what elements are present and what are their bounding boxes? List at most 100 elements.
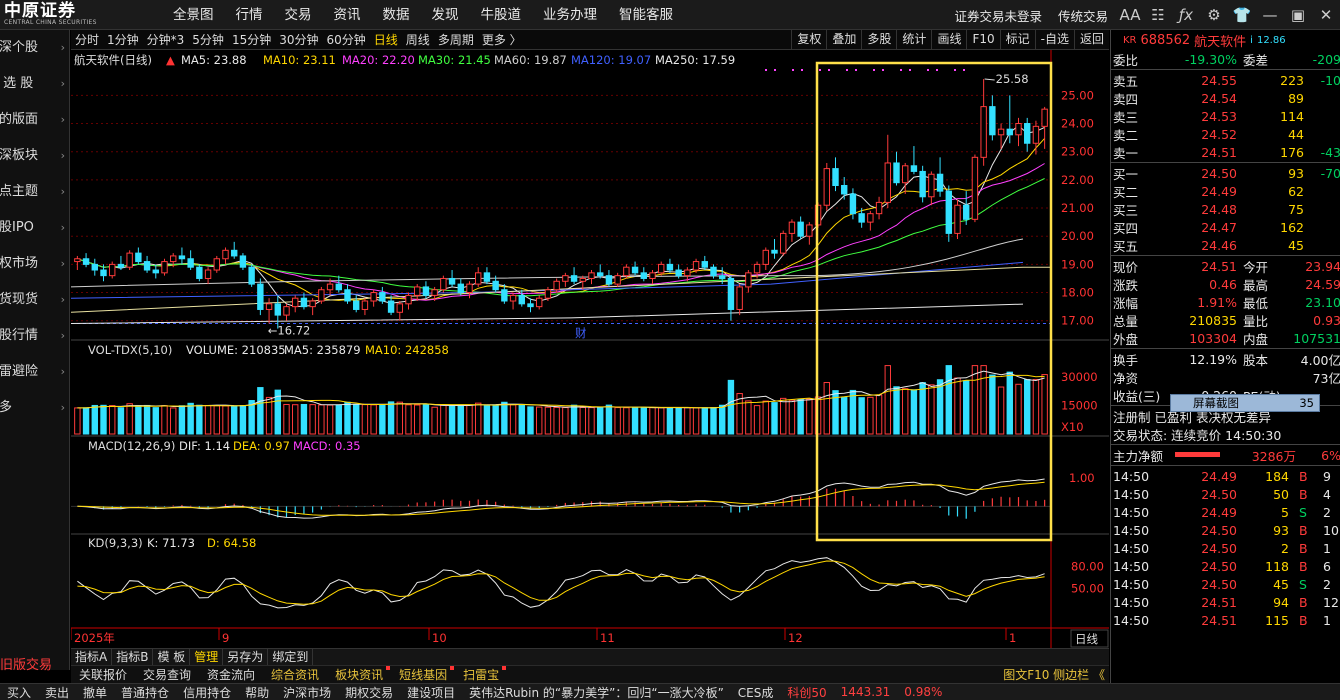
chart-btn-4[interactable]: 画线 [931,30,966,49]
status-item-1[interactable]: 卖出 [38,684,76,700]
stock-name[interactable]: 航天软件 [1194,31,1246,50]
chart-btn-7[interactable]: -自选 [1034,30,1074,49]
traditional-trade-link[interactable]: 传统交易 [1050,6,1116,25]
period-tab-2[interactable]: 分钟*3 [143,31,189,48]
period-tab-9[interactable]: 多周期 [434,31,478,48]
gear-icon[interactable]: ⚙ [1200,6,1228,24]
leftnav-item-3[interactable]: 沪深板块 › [0,138,69,174]
maximize-icon[interactable]: ▣ [1284,6,1312,24]
leftnav-item-7[interactable]: 期货现货 › [0,282,69,318]
info-tab-2[interactable]: 资金流向 [199,666,263,683]
leftnav-item-2[interactable]: 我的版面 › [0,102,69,138]
volume-bar [649,407,656,435]
chart-btn-2[interactable]: 多股 [861,30,896,49]
menu-item-7[interactable]: 业务办理 [532,0,608,30]
period-tab-7[interactable]: 日线 [370,31,402,48]
leftnav-item-0[interactable]: 沪深个股 › [0,30,69,66]
login-status-link[interactable]: 证券交易未登录 [946,6,1050,25]
leftnav-item-1[interactable]: 自 选 股 › [0,66,69,102]
period-tab-10[interactable]: 更多 〉 [478,31,526,48]
bids-row-3[interactable]: 买四 24.47 162 [1111,218,1340,236]
bids-row-2[interactable]: 买三 24.48 75 [1111,200,1340,218]
minimize-icon[interactable]: — [1256,6,1284,24]
indicator-tab-2[interactable]: 模 板 [153,649,191,665]
signal-dot [819,69,821,71]
candle [841,177,848,200]
info-tab-0[interactable]: 关联报价 [71,666,135,683]
tick-list[interactable]: 14:50 24.49 184 B 9 14:50 24.50 50 B 4 14:50 24.49 5… [1111,467,1340,629]
candle [832,157,839,192]
volume-bar [422,404,430,435]
menu-item-1[interactable]: 行情 [225,0,274,30]
status-item-2[interactable]: 撤单 [76,684,114,700]
menu-item-5[interactable]: 发现 [421,0,470,30]
asks-row-1[interactable]: 卖四 24.54 89 [1111,89,1340,107]
f10-sidebar-link[interactable]: 图文F10 侧边栏 《 [1003,666,1105,684]
info-tab-5[interactable]: 短线基因 [391,666,455,683]
chart-btn-1[interactable]: 叠加 [826,30,861,49]
menu-item-0[interactable]: 全景图 [162,0,225,30]
asks-row-2[interactable]: 卖三 24.53 114 [1111,107,1340,125]
menu-item-6[interactable]: 牛股道 [470,0,533,30]
period-tab-1[interactable]: 1分钟 [103,31,143,48]
main-flow-row[interactable]: 主力净额 3286万 6% [1111,446,1340,464]
leftnav-item-10[interactable]: 更多 › [0,390,69,426]
leftnav-item-9[interactable]: 扫雷避险 › [0,354,69,390]
indicator-tab-5[interactable]: 绑定到 [268,649,314,665]
asks-row-3[interactable]: 卖二 24.52 44 [1111,125,1340,143]
menu-item-4[interactable]: 数据 [372,0,421,30]
status-item-0[interactable]: 买入 [0,684,38,700]
leftnav-item-5[interactable]: 新股IPO › [0,210,69,246]
status-item-6[interactable]: 沪深市场 [276,684,338,700]
skin-icon[interactable]: 👕 [1228,6,1256,24]
chart-btn-6[interactable]: 标记 [999,30,1035,49]
indicator-tab-4[interactable]: 另存为 [223,649,269,665]
leftnav-item-8[interactable]: 港股行情 › [0,318,69,354]
bids-change: -70 [1320,165,1340,181]
day-line-button[interactable]: 日线 [1075,632,1098,646]
grid-icon[interactable]: ☷ [1144,6,1172,24]
period-tab-3[interactable]: 5分钟 [188,31,228,48]
chart-btn-8[interactable]: 返回 [1073,30,1109,49]
chart-btn-5[interactable]: F10 [966,30,999,49]
leftnav-item-6[interactable]: 期权市场 › [0,246,69,282]
bids-row-1[interactable]: 买二 24.49 62 [1111,182,1340,200]
candle-body [884,162,891,203]
indicator-tab-0[interactable]: 指标A [71,649,113,665]
chart-btn-0[interactable]: 复权 [791,30,826,49]
info-tab-1[interactable]: 交易查询 [135,666,199,683]
leftnav-item-4[interactable]: 热点主题 › [0,174,69,210]
old-trade-link[interactable]: 旧版交易 [0,658,70,674]
bids-row-4[interactable]: 买五 24.46 45 [1111,236,1340,254]
close-icon[interactable]: ✕ [1312,6,1340,24]
indicator-tab-3[interactable]: 管理 [190,649,224,665]
info-tab-4[interactable]: 板块资讯 [327,666,391,683]
period-tab-5[interactable]: 30分钟 [275,31,322,48]
financial-report-marker[interactable]: 财 [575,326,587,340]
period-tab-8[interactable]: 周线 [402,31,434,48]
status-item-4[interactable]: 信用持仓 [176,684,238,700]
candle-body [509,294,517,302]
bids-row-0[interactable]: 买一 24.50 93 -70 [1111,164,1340,182]
menu-item-8[interactable]: 智能客服 [608,0,684,30]
info-tab-6[interactable]: 扫雷宝 [455,666,507,683]
kline-chart[interactable]: 航天软件(日线) ▲ MA5: 23.88 MA10: 23.11 MA20: … [71,50,1109,648]
indicator-tab-1[interactable]: 指标B [112,649,154,665]
period-tab-0[interactable]: 分时 [71,31,103,48]
status-item-3[interactable]: 普通持仓 [114,684,176,700]
info-tab-3[interactable]: 综合资讯 [263,666,327,683]
period-tab-4[interactable]: 15分钟 [228,31,275,48]
font-size-icon[interactable]: AA [1116,6,1144,24]
volume-bar [483,404,491,435]
period-tab-6[interactable]: 60分钟 [323,31,370,48]
status-item-7[interactable]: 期权交易 [338,684,400,700]
info-icon[interactable]: i [1250,35,1253,46]
volume-bar [283,403,290,435]
formula-icon[interactable]: ƒx [1172,6,1200,24]
menu-item-2[interactable]: 交易 [274,0,323,30]
chart-btn-3[interactable]: 统计 [896,30,931,49]
asks-row-4[interactable]: 卖一 24.51 176 -43 [1111,143,1340,161]
status-item-5[interactable]: 帮助 [238,684,276,700]
menu-item-3[interactable]: 资讯 [323,0,372,30]
asks-row-0[interactable]: 卖五 24.55 223 -10 [1111,71,1340,89]
